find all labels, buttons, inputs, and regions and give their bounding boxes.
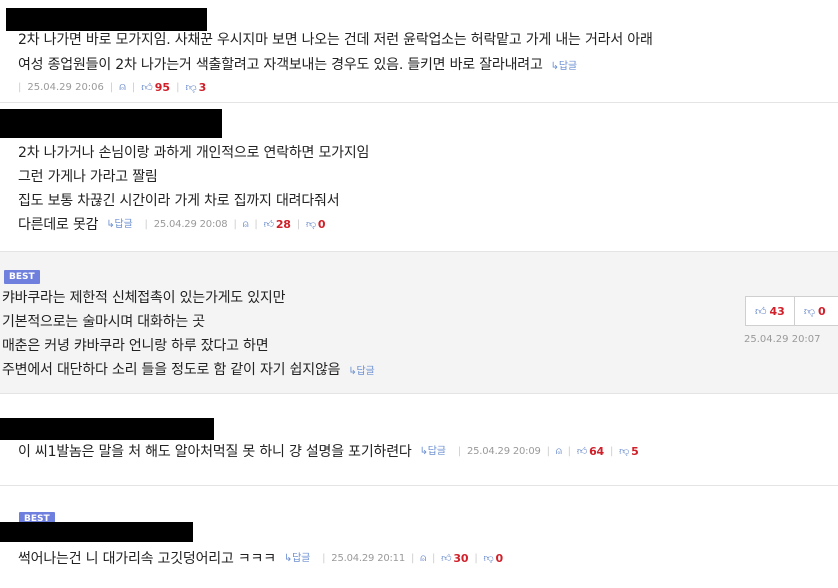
upvote-button[interactable]: 👍︎ 43 xyxy=(746,297,794,325)
separator: | xyxy=(474,553,478,564)
siren-icon[interactable]: ⍝ xyxy=(556,441,562,463)
separator: | xyxy=(296,219,300,230)
vote-box: 👍︎ 43 👎︎ 0 xyxy=(745,296,838,326)
comment-meta: | 25.04.29 20:11 | ⍝ | 👍︎ 30 | 👎︎ 0 xyxy=(316,548,503,570)
comment-text: 2차 나가면 바로 모가지임. 사채꾼 우시지마 보면 나오는 건데 저런 윤락… xyxy=(18,32,653,48)
separator: | xyxy=(18,81,22,93)
upvote-count: 28 xyxy=(275,218,291,231)
thumbs-up-icon[interactable]: 👍︎ xyxy=(577,441,587,463)
comment-text: 이 씨1발놈은 말을 처 해도 알아처먹질 못 하니 걍 설명을 포기하련다 xyxy=(18,444,412,460)
comment-text: 썩어나는건 니 대가리속 고깃덩어리고 ㅋㅋㅋ xyxy=(18,551,276,567)
thumbs-down-icon: 👎︎ xyxy=(803,304,815,318)
comment-meta: | 25.04.29 20:06 | ⍝ | 👍︎ 95 | 👎︎ 3 xyxy=(18,80,206,94)
separator: | xyxy=(131,81,136,93)
reply-link[interactable]: ↳답글 xyxy=(551,61,577,72)
comment-text-line: 주변에서 대단하다 소리 들을 정도로 함 같이 자기 쉽지않음 ↳답글 xyxy=(2,359,375,383)
downvote-count: 5 xyxy=(631,445,639,458)
comment-text: 그런 가게나 가라고 짤림 xyxy=(18,169,158,185)
reply-arrow-icon: ↳ xyxy=(550,61,559,72)
separator: | xyxy=(610,446,614,457)
siren-icon[interactable]: ⍝ xyxy=(119,80,126,94)
reply-arrow-icon: ↳ xyxy=(348,366,357,377)
separator: | xyxy=(567,446,571,457)
comment-text-line: 이 씨1발놈은 말을 처 해도 알아처먹질 못 하니 걍 설명을 포기하련다 ↳… xyxy=(18,441,639,463)
upvote-count: 30 xyxy=(453,552,469,565)
thumbs-up-icon[interactable]: 👍︎ xyxy=(141,81,153,94)
reply-link[interactable]: ↳답글 xyxy=(420,441,446,463)
comment-text: 매춘은 커녕 캬바쿠라 언니랑 하루 잤다고 하면 xyxy=(2,338,269,354)
separator: | xyxy=(254,219,258,230)
comment-date: 25.04.29 20:08 xyxy=(153,219,228,230)
siren-icon[interactable]: ⍝ xyxy=(243,214,249,236)
separator: | xyxy=(176,81,180,93)
thumbs-down-icon[interactable]: 👎︎ xyxy=(185,81,196,94)
comment-text: 집도 보통 차끊긴 시간이라 가게 차로 집까지 대려다줘서 xyxy=(18,193,340,209)
thumbs-down-icon[interactable]: 👎︎ xyxy=(306,214,316,236)
comment-meta: | 25.04.29 20:09 | ⍝ | 👍︎ 64 | 👎︎ 5 xyxy=(452,441,639,463)
comment-text: 주변에서 대단하다 소리 들을 정도로 함 같이 자기 쉽지않음 xyxy=(2,362,341,378)
downvote-button[interactable]: 👎︎ 0 xyxy=(793,297,835,325)
reply-arrow-icon: ↳ xyxy=(106,219,115,230)
thumbs-up-icon[interactable]: 👍︎ xyxy=(264,214,274,236)
comment-text-line: 다른데로 못감 ↳답글 | 25.04.29 20:08 | ⍝ | 👍︎ 28… xyxy=(18,214,326,236)
reply-arrow-icon: ↳ xyxy=(419,446,428,457)
best-comment-item: BEST 캬바쿠라는 제한적 신체접촉이 있는가게도 있지만 기본적으로는 술마… xyxy=(0,252,838,394)
separator: | xyxy=(546,446,550,457)
thumbs-down-icon[interactable]: 👎︎ xyxy=(619,441,629,463)
comment-text: 2차 나가거나 손님이랑 과하게 개인적으로 연락하면 모가지임 xyxy=(18,145,370,161)
comment-text: 기본적으로는 술마시며 대화하는 곳 xyxy=(2,314,205,330)
best-badge: BEST xyxy=(4,270,40,284)
comment-date: 25.04.29 20:06 xyxy=(27,81,104,93)
comment-text-line: 썩어나는건 니 대가리속 고깃덩어리고 ㅋㅋㅋ ↳답글 | 25.04.29 2… xyxy=(18,548,503,570)
comment-item: 2차 나가면 바로 모가지임. 사채꾼 우시지마 보면 나오는 건데 저런 윤락… xyxy=(0,0,838,103)
comment-text-line: 여성 종업원들이 2차 나가는거 색출할려고 자객보내는 경우도 있음. 들키면… xyxy=(18,54,577,78)
reply-arrow-icon: ↳ xyxy=(283,553,293,564)
separator: | xyxy=(432,553,436,564)
comment-text: 다른데로 못감 xyxy=(18,217,99,233)
separator: | xyxy=(322,553,326,564)
comment-text: 캬바쿠라는 제한적 신체접촉이 있는가게도 있지만 xyxy=(2,290,286,306)
comment-date: 25.04.29 20:11 xyxy=(331,553,406,564)
downvote-count: 3 xyxy=(198,80,207,94)
redacted-username xyxy=(6,8,207,31)
thumbs-down-icon[interactable]: 👎︎ xyxy=(484,548,494,570)
downvote-count: 0 xyxy=(817,304,826,318)
reply-link[interactable]: ↳답글 xyxy=(284,548,310,570)
reply-link[interactable]: ↳답글 xyxy=(106,214,132,236)
separator: | xyxy=(233,219,237,230)
redacted-username xyxy=(0,418,214,440)
comment-meta: | 25.04.29 20:08 | ⍝ | 👍︎ 28 | 👎︎ 0 xyxy=(139,214,326,236)
separator: | xyxy=(109,81,114,93)
comment-date: 25.04.29 20:07 xyxy=(744,334,821,345)
reply-link[interactable]: ↳답글 xyxy=(348,366,374,377)
redacted-username xyxy=(0,109,222,138)
comment-text: 여성 종업원들이 2차 나가는거 색출할려고 자객보내는 경우도 있음. 들키면… xyxy=(18,57,543,73)
siren-icon[interactable]: ⍝ xyxy=(420,548,426,570)
separator: | xyxy=(144,219,148,230)
thumbs-up-icon: 👍︎ xyxy=(755,304,767,318)
upvote-count: 95 xyxy=(154,80,171,94)
upvote-count: 43 xyxy=(769,304,785,318)
downvote-count: 0 xyxy=(495,552,503,565)
comment-item: 2차 나가거나 손님이랑 과하게 개인적으로 연락하면 모가지임 그런 가게나 … xyxy=(0,103,838,252)
comment-item: 이 씨1발놈은 말을 처 해도 알아처먹질 못 하니 걍 설명을 포기하련다 ↳… xyxy=(0,394,838,486)
thumbs-up-icon[interactable]: 👍︎ xyxy=(441,548,451,570)
downvote-count: 0 xyxy=(317,218,326,231)
comment-date: 25.04.29 20:09 xyxy=(466,446,541,457)
separator: | xyxy=(457,446,461,457)
upvote-count: 64 xyxy=(589,445,604,458)
best-comment-item: BEST 썩어나는건 니 대가리속 고깃덩어리고 ㅋㅋㅋ ↳답글 | 25.04… xyxy=(0,486,838,588)
separator: | xyxy=(411,553,415,564)
redacted-username xyxy=(0,522,193,542)
